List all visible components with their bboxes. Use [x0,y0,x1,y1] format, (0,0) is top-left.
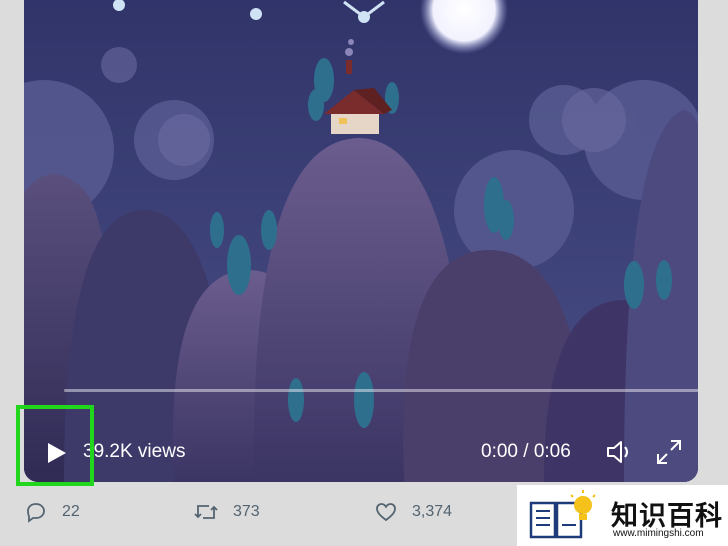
like-count: 3,374 [412,503,453,520]
retweet-action[interactable]: 373 [193,500,260,524]
retweet-icon [194,505,218,519]
book-bulb-logo-icon [529,490,596,539]
volume-button[interactable] [604,437,636,467]
video-player[interactable] [24,0,698,482]
progress-bar[interactable] [64,389,698,392]
like-action[interactable]: 3,374 [374,500,452,524]
retweet-count: 373 [233,503,260,520]
watermark-url: www.mimingshi.com [613,528,704,539]
fullscreen-button[interactable] [654,437,684,467]
expand-icon [657,440,681,464]
video-frame [24,0,698,482]
play-button-highlight [16,405,94,486]
reply-count: 22 [62,503,80,520]
reply-action[interactable]: 22 [24,500,80,524]
heart-icon [376,503,396,522]
reply-icon [27,503,45,523]
time-readout: 0:00 / 0:06 [481,441,571,462]
watermark: 知识百科 www.mimingshi.com [517,485,728,546]
speaker-muted-icon [607,441,628,463]
view-count: 39.2K views [83,441,186,462]
